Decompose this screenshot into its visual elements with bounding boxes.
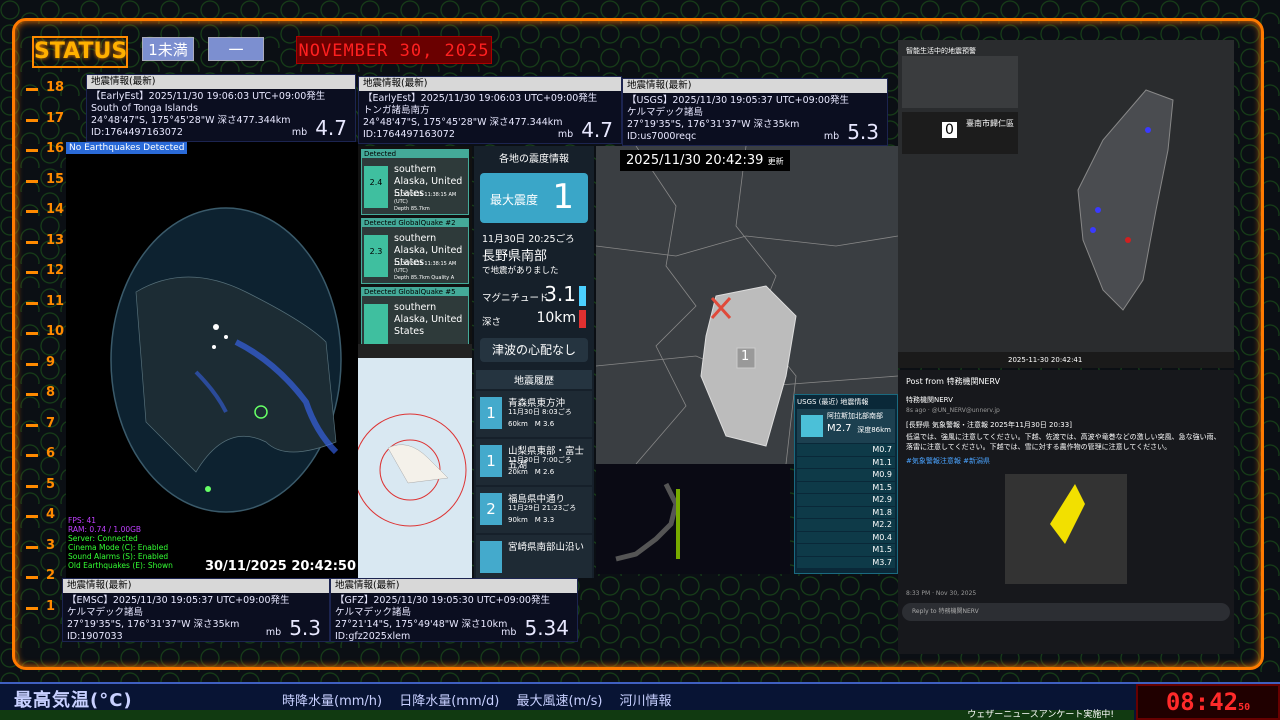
shindo-mag: マグニチュード 3.1 — [474, 282, 594, 308]
usgs-item: M1.5 — [797, 544, 895, 556]
eq-card-place: トンガ諸島南方 — [363, 105, 430, 116]
no-earthquake-tag: No Earthquakes Detected — [66, 142, 188, 154]
eq-card-source: 【USGS】2025/11/30 19:05:37 UTC+09:00発生 — [627, 95, 850, 106]
history-header: 地震履歴 — [476, 370, 592, 389]
shindo-place: 長野県南部 — [482, 249, 548, 264]
usgs-item: M1.5 — [797, 481, 895, 493]
stream-overlay: STATUS 1未満 一 NOVEMBER 30, 2025 18 17 16 15 1… — [0, 0, 1280, 720]
history-item[interactable]: 宮崎県南部山沿い — [476, 535, 592, 578]
globe-panel: No Earthquakes Detected FPS: 41 RAM: 0.74… — [66, 142, 358, 578]
eq-card-4: 地震情報(最新) 【EMSC】2025/11/30 19:05:37 UTC+0… — [62, 578, 330, 642]
level-pill: 一 — [208, 37, 264, 61]
shindo-msg: で地震がありました — [482, 266, 559, 276]
intensity-pill: 1未満 — [142, 37, 194, 61]
shindo-header: 各地の震度情報 — [499, 154, 569, 165]
shindo-panel: 各地の震度情報 最大震度 1 11月30日 20:25ごろ 長野県南部 で地震が… — [474, 146, 594, 578]
eq-card-mag: mb 5.3 — [265, 616, 321, 640]
globe-timestamp: 30/11/2025 20:42:50 — [204, 559, 356, 574]
map-time: 2025/11/30 20:42:39 更新 — [620, 150, 790, 171]
shindo-depth: 深さ 10km — [474, 308, 594, 330]
gq-item[interactable]: Detected GlobalQuake #2 2.3 southern Ala… — [361, 218, 469, 284]
ticker: ウェザーニュースアンケート実施中! — [0, 710, 1134, 720]
eq-card-5: 地震情報(最新) 【GFZ】2025/11/30 19:05:30 UTC+09… — [330, 578, 578, 642]
max-intensity-box: 最大震度 1 — [480, 173, 588, 223]
post-image — [1005, 474, 1127, 584]
usgs-item: M2.9 — [797, 494, 895, 506]
eq-card-1: 地震情報(最新) 【EarlyEst】2025/11/30 19:06:03 U… — [86, 74, 356, 142]
usgs-panel: USGS (最近) 地震情報 阿拉斯加北部南部 M2.7 深度86km M0.7… — [794, 394, 898, 574]
globe-stats: FPS: 41 RAM: 0.74 / 1.00GB Server: Connec… — [68, 516, 173, 570]
gq-item[interactable]: Detected GlobalQuake #5 southern Alaska,… — [361, 287, 469, 344]
taiwan-panel: 智能生活中的地震預警 0 臺南市歸仁區 2025-11-30 20:42:41 — [898, 40, 1234, 368]
eq-card-mag: mb 5.34 — [501, 616, 569, 640]
history-item[interactable]: 1 青森県東方沖 11月30日 8:03ごろ 60km M 3.6 — [476, 391, 592, 437]
post-back-link[interactable]: Post from 特務機関NERV — [898, 370, 1234, 393]
eq-card-header: 地震情報(最新) — [623, 79, 887, 93]
eq-card-mag: mb 5.3 — [823, 120, 879, 144]
eq-card-header: 地震情報(最新) — [63, 579, 329, 593]
eq-card-3: 地震情報(最新) 【USGS】2025/11/30 19:05:37 UTC+0… — [622, 78, 888, 146]
usgs-item: M3.7 — [797, 556, 895, 568]
eq-card-source: 【EarlyEst】2025/11/30 19:06:03 UTC+09:00発… — [363, 93, 598, 104]
globe-map — [110, 207, 342, 513]
eq-card-mag: mb 4.7 — [291, 116, 347, 140]
usgs-item: M1.1 — [797, 456, 895, 468]
eq-card-place: ケルマデック諸島 — [67, 607, 144, 618]
eq-card-source: 【GFZ】2025/11/30 19:05:30 UTC+09:00発生 — [335, 595, 550, 606]
nied-map — [596, 464, 790, 574]
usgs-item: M0.4 — [797, 531, 895, 543]
reply-input[interactable]: Reply to 特務機関NERV — [902, 603, 1230, 621]
eq-card-header: 地震情報(最新) — [359, 77, 621, 91]
map-intensity: 1 — [741, 349, 750, 364]
eq-card-header: 地震情報(最新) — [331, 579, 577, 593]
status-label: STATUS — [32, 36, 128, 68]
alaska-map — [358, 344, 472, 578]
eq-card-source: 【EarlyEst】2025/11/30 19:06:03 UTC+09:00発… — [91, 91, 326, 102]
eq-card-header: 地震情報(最新) — [87, 75, 355, 89]
eq-card-place: South of Tonga Islands — [91, 103, 198, 114]
gq-list: Detected 2.4 southern Alaska, United Sta… — [358, 146, 472, 344]
shindo-datetime: 11月30日 20:25ごろ — [482, 234, 575, 245]
nerv-post: Post from 特務機関NERV 特務機関NERV 8s ago · @UN… — [898, 370, 1234, 654]
gq-item[interactable]: Detected 2.4 southern Alaska, United Sta… — [361, 149, 469, 215]
usgs-item: M0.9 — [797, 469, 895, 481]
eq-card-2: 地震情報(最新) 【EarlyEst】2025/11/30 19:06:03 U… — [358, 76, 622, 144]
clock: 08:4250 — [1136, 684, 1280, 720]
usgs-item: M1.8 — [797, 506, 895, 518]
history-item[interactable]: 1 山梨県東部・富士五湖 11月30日 7:00ごろ 20km M 2.6 — [476, 439, 592, 485]
eq-card-mag: mb 4.7 — [557, 118, 613, 142]
usgs-item: M2.2 — [797, 519, 895, 531]
date-display: NOVEMBER 30, 2025 — [296, 36, 492, 64]
alaska-circles — [358, 413, 467, 527]
eq-card-place: ケルマデック諸島 — [627, 107, 704, 118]
usgs-item: M0.7 — [797, 444, 895, 456]
eq-card-source: 【EMSC】2025/11/30 19:05:37 UTC+09:00発生 — [67, 595, 290, 606]
history-item[interactable]: 2 福島県中通り 11月29日 21:23ごろ 90km M 3.3 — [476, 487, 592, 533]
tsunami-box: 津波の心配なし — [480, 338, 588, 362]
